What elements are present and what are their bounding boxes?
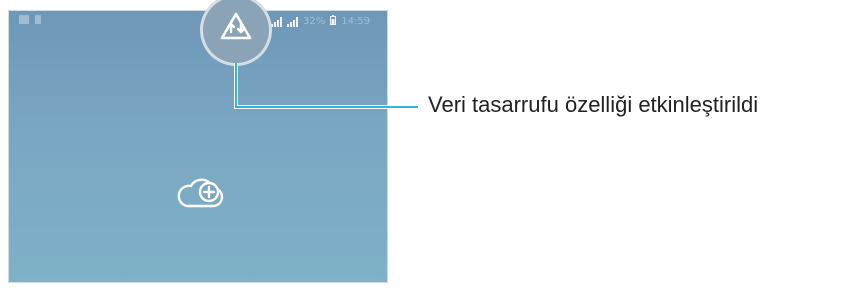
notification-icon	[19, 15, 29, 24]
phone-screen: 32% 14:59	[8, 10, 388, 283]
signal-icon	[271, 16, 282, 27]
cloud-add-icon[interactable]	[173, 174, 229, 214]
status-bar-left-icons	[19, 15, 41, 24]
data-saver-icon	[220, 12, 252, 40]
signal-icon	[287, 16, 298, 27]
illustration: 32% 14:59 Veri tasarrufu özelliği etkinl…	[0, 0, 842, 291]
notification-icon	[35, 15, 41, 24]
callout-label: Veri tasarrufu özelliği etkinleştirildi	[428, 92, 759, 117]
status-bar-right-icons: 32% 14:59	[271, 15, 370, 28]
status-bar: 32% 14:59	[9, 11, 387, 33]
battery-percent: 32%	[303, 16, 326, 27]
battery-icon	[330, 15, 337, 28]
data-saver-zoom	[203, 0, 269, 63]
clock: 14:59	[341, 16, 371, 27]
